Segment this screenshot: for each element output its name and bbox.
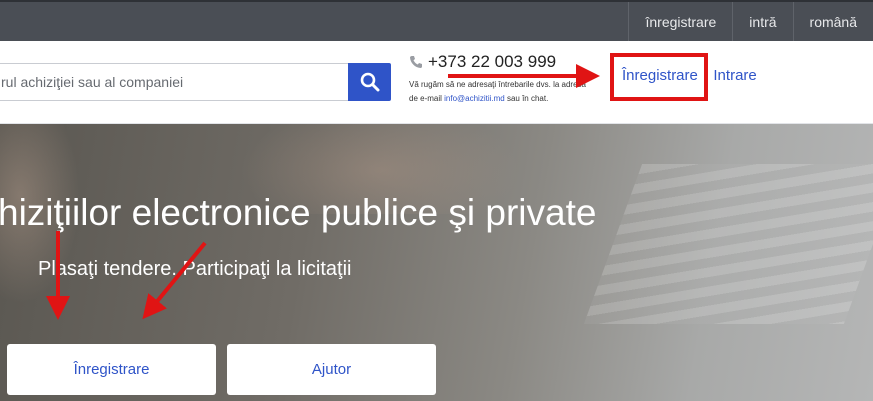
contact-note-line2: de e-mail info@achizitii.md sau în chat. bbox=[409, 92, 609, 106]
site-header: +373 22 003 999 Vă rugăm să ne adresaţi … bbox=[0, 41, 873, 124]
phone-icon bbox=[410, 56, 422, 68]
keyboard-background-image bbox=[583, 164, 873, 324]
hero-help-button[interactable]: Ajutor bbox=[227, 344, 436, 395]
search-input[interactable] bbox=[0, 63, 348, 101]
contact-email-link[interactable]: info@achizitii.md bbox=[444, 94, 505, 103]
hero-register-button[interactable]: Înregistrare bbox=[7, 344, 216, 395]
search-icon bbox=[360, 72, 379, 92]
contact-note-prefix: de e-mail bbox=[409, 94, 445, 103]
search-button[interactable] bbox=[348, 63, 391, 101]
hero-subtitle: Plasaţi tendere. Participaţi la licitaţi… bbox=[38, 258, 352, 280]
top-nav-bar: înregistrare intră română bbox=[0, 0, 873, 41]
contact-note-suffix: sau în chat. bbox=[504, 94, 549, 103]
header-login-link[interactable]: Intrare bbox=[713, 67, 756, 84]
topbar-language-link[interactable]: română bbox=[792, 2, 873, 41]
topbar-register-link[interactable]: înregistrare bbox=[628, 2, 732, 41]
annotation-highlight-box bbox=[610, 53, 708, 101]
hero-title: hiziţiilor electronice publice şi privat… bbox=[0, 192, 597, 233]
topbar-login-link[interactable]: intră bbox=[732, 2, 792, 41]
contact-note-line1: Vă rugăm să ne adresaţi întrebarile dvs.… bbox=[409, 80, 586, 89]
contact-note: Vă rugăm să ne adresaţi întrebarile dvs.… bbox=[409, 78, 609, 106]
hero-banner: hiziţiilor electronice publice şi privat… bbox=[0, 124, 873, 401]
contact-phone: +373 22 003 999 bbox=[428, 52, 557, 71]
